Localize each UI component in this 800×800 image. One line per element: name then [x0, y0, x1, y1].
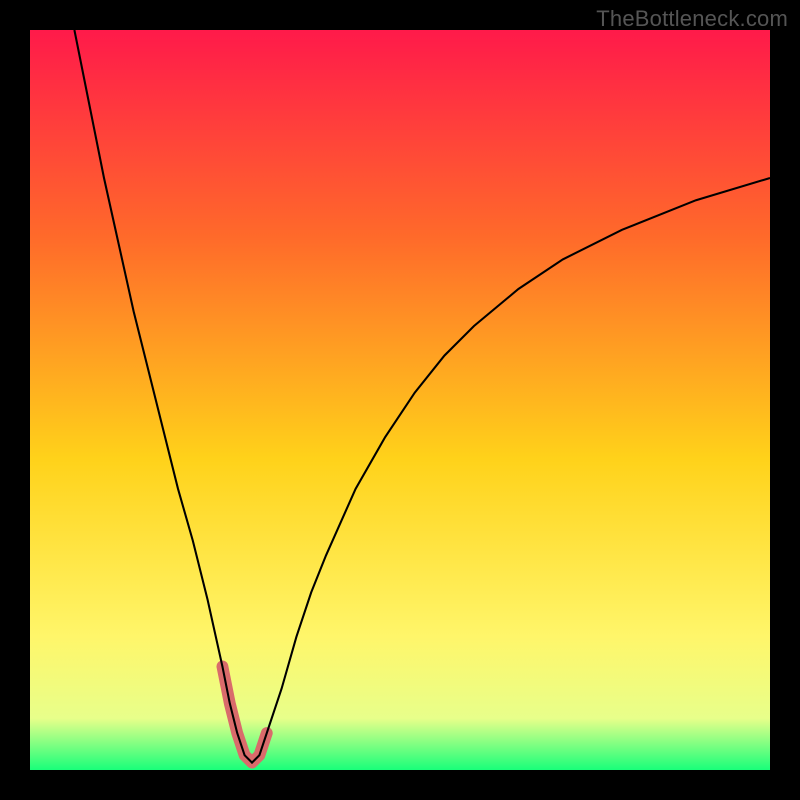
bottleneck-plot [30, 30, 770, 770]
watermark-text: TheBottleneck.com [596, 6, 788, 32]
chart-stage: TheBottleneck.com [0, 0, 800, 800]
plot-background [30, 30, 770, 770]
